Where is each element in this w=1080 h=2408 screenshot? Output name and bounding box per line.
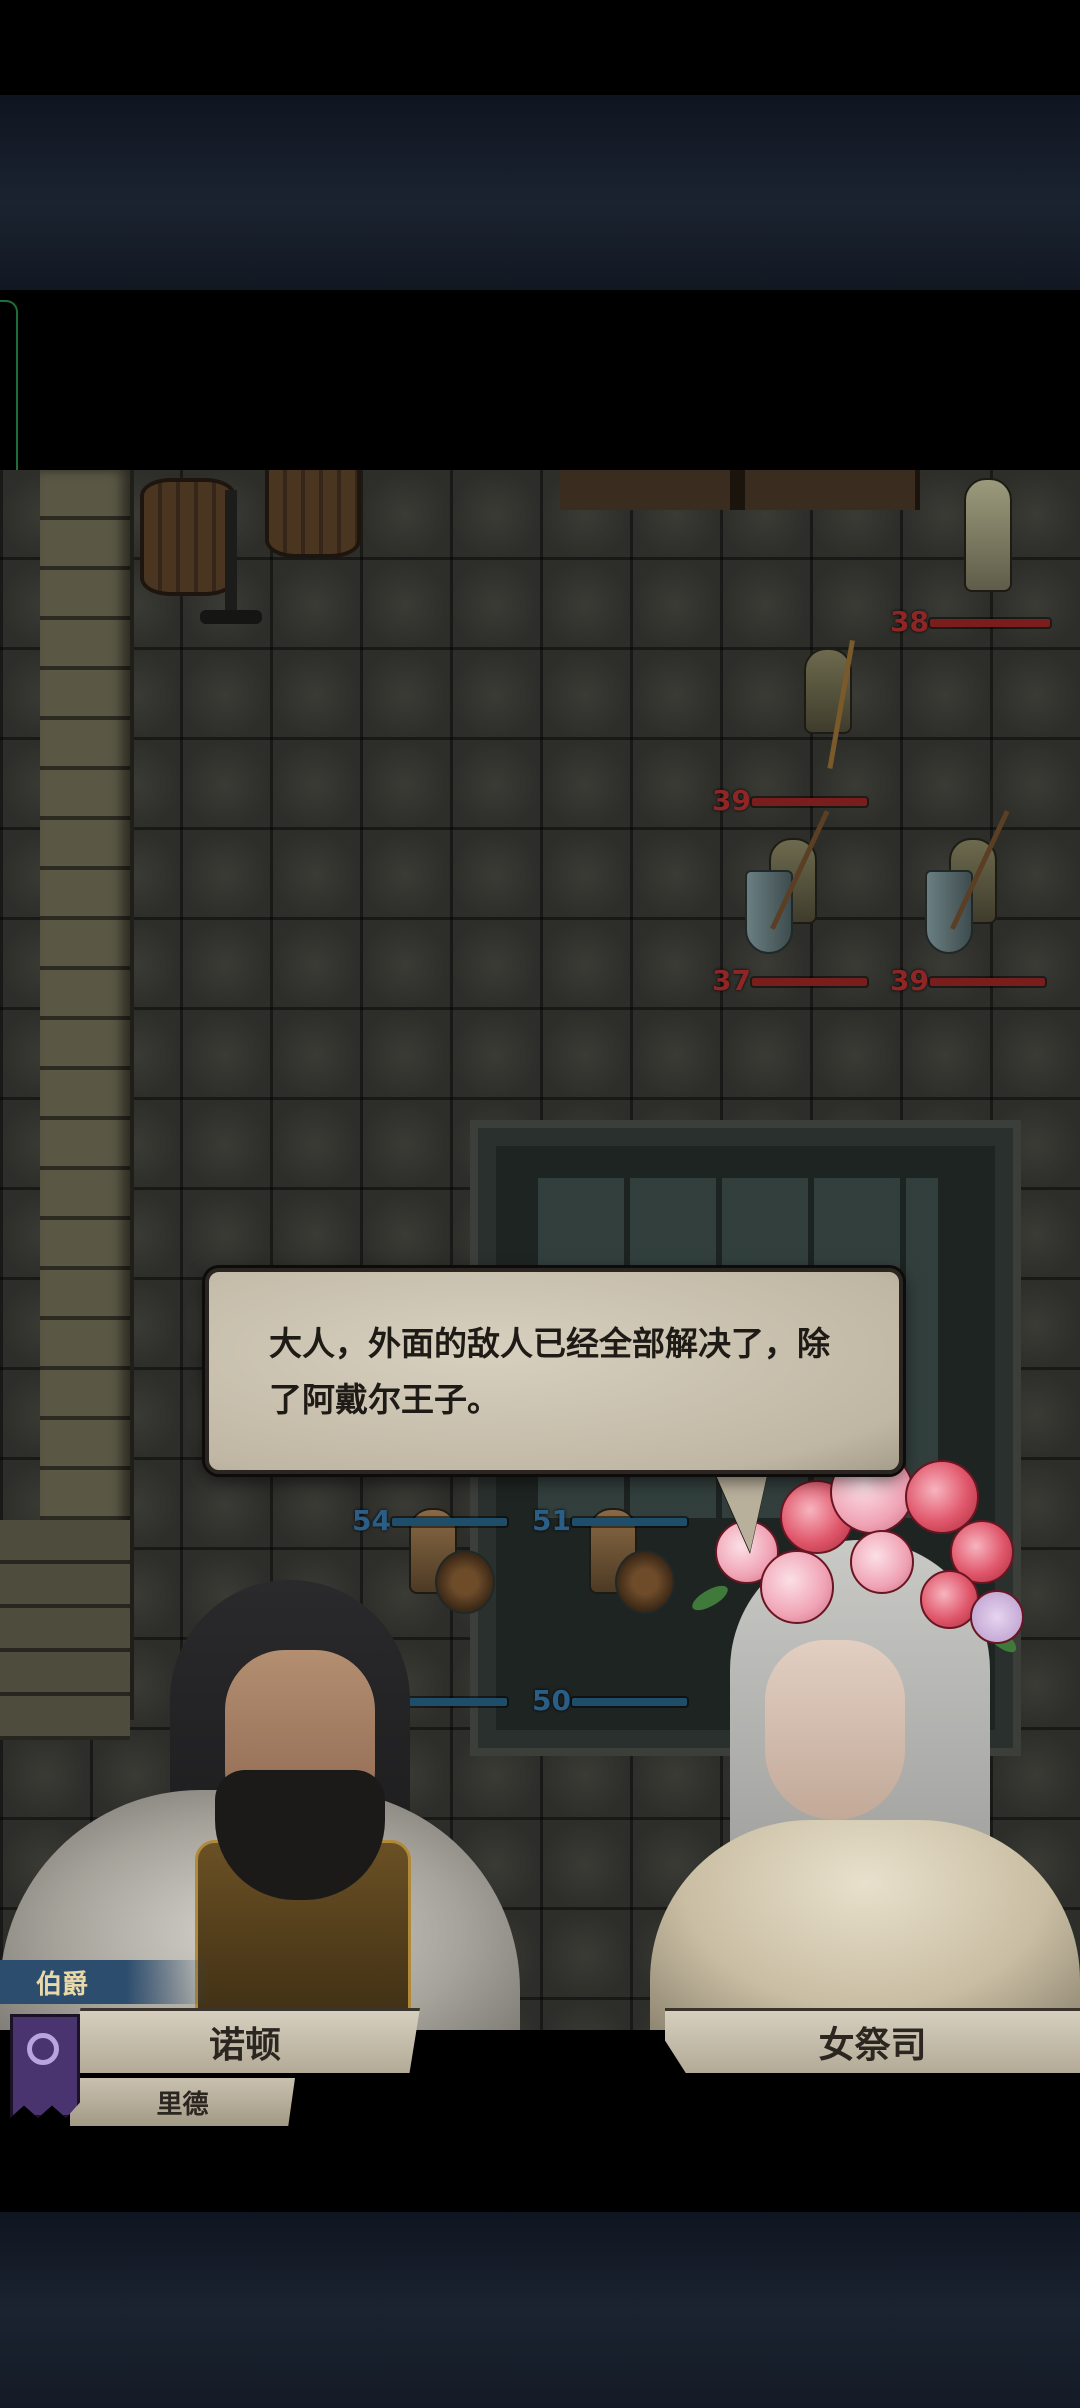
enemy-hp-bar [930, 978, 1045, 986]
speaker-title: 伯爵 [36, 1970, 89, 2000]
rose [850, 1530, 914, 1594]
weapon-stand-base [200, 610, 262, 624]
enemy-hp-bar [752, 978, 867, 986]
enemy-hp-value: 39 [712, 784, 751, 817]
bottom-letterbox-band [0, 2212, 1080, 2408]
ally-hp-value: 51 [532, 1504, 571, 1537]
face [765, 1640, 905, 1820]
robe [650, 1820, 1080, 2030]
speech-bubble-tail [710, 1462, 770, 1552]
speaker-title-tag: 伯爵 [0, 1960, 210, 2004]
enemy-hp-bar [930, 619, 1050, 627]
enemy-unit-spearman[interactable] [745, 810, 865, 970]
right-name-plate: 女祭司 [665, 2008, 1080, 2073]
enemy-hp-bar [752, 798, 867, 806]
enemy-unit-spearman[interactable] [925, 810, 1045, 970]
eye-emblem-icon [27, 2033, 59, 2065]
wooden-doors [560, 470, 920, 510]
rose [970, 1590, 1024, 1644]
dialogue-line: 了阿戴尔王子。 [269, 1380, 500, 1419]
enemy-unit-archer[interactable] [780, 640, 890, 780]
leaf [688, 1581, 732, 1615]
top-letterbox-band [0, 95, 1080, 290]
right-speaker-name: 女祭司 [818, 2025, 927, 2066]
weapon-stand [225, 490, 237, 620]
dialogue-bubble[interactable]: 大人，外面的敌人已经全部解决了，除 了阿戴尔王子。 [205, 1268, 903, 1474]
shield [925, 870, 973, 954]
enemy-unit-mage[interactable] [940, 470, 1050, 610]
enemy-hp-value: 39 [890, 964, 929, 997]
barrel [140, 478, 236, 596]
barrel [265, 470, 361, 558]
left-name-plate: 诺顿 [70, 2008, 420, 2073]
ally-hp-value: 50 [532, 1684, 571, 1717]
dialogue-text: 大人，外面的敌人已经全部解决了，除 了阿戴尔王子。 [269, 1316, 859, 1428]
enemy-hp-value: 37 [712, 964, 751, 997]
left-speaker-name: 诺顿 [208, 2025, 281, 2066]
ally-hp-bar [392, 1518, 507, 1526]
left-subname-plate: 里德 [70, 2078, 295, 2126]
left-speaker-subname: 里德 [156, 2089, 209, 2120]
purple-eye-banner-icon [10, 2014, 80, 2118]
ally-hp-value: 54 [352, 1504, 391, 1537]
dialogue-line: 大人，外面的敌人已经全部解决了，除 [269, 1324, 830, 1363]
enemy-hp-value: 38 [890, 605, 929, 638]
unit-sprite [964, 478, 1012, 592]
rose [760, 1550, 834, 1624]
shield [745, 870, 793, 954]
